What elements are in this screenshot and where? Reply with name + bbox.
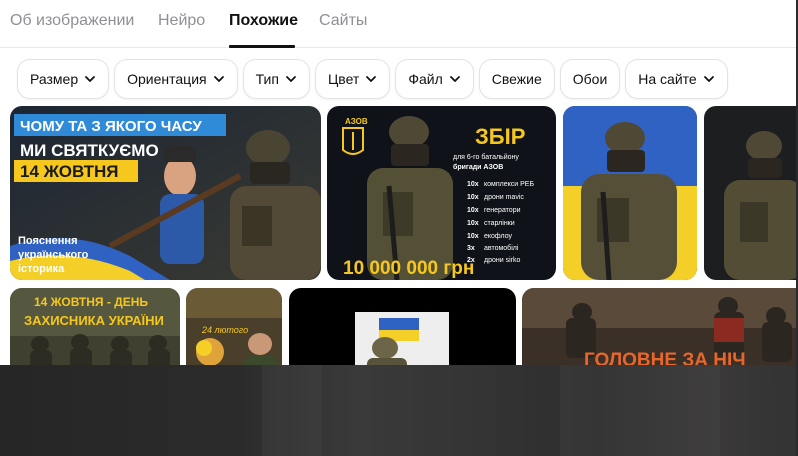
- item-name: екофлоу: [484, 233, 513, 240]
- tab-sites[interactable]: Сайты: [319, 12, 367, 30]
- filter-color[interactable]: Цвет: [315, 60, 390, 98]
- item-qty: 10х: [467, 194, 479, 201]
- tile-caption-2: українського: [18, 249, 89, 261]
- tile-subtitle-1: для 6-го батальйону: [453, 153, 519, 161]
- result-thumbnail: [563, 106, 697, 280]
- filter-label: Тип: [255, 71, 279, 87]
- filter-label: Свежие: [491, 71, 542, 87]
- tile-title: ЗБІР: [475, 124, 525, 149]
- filter-fresh[interactable]: Свежие: [479, 60, 554, 98]
- filter-label: Цвет: [327, 71, 360, 87]
- overlay-shade: [262, 365, 322, 456]
- chevron-down-icon: [449, 76, 460, 82]
- item-qty: 10х: [467, 207, 479, 214]
- result-image-2[interactable]: АЗОВ ЗБІР для 6-го батальйону бригади АЗ…: [327, 106, 556, 280]
- tile-date: 24 лютого: [201, 325, 248, 335]
- tile-title-line2: 14 ЖОВТНЯ: [20, 162, 119, 181]
- tab-about-image[interactable]: Об изображении: [10, 12, 134, 30]
- tile-caption-3: історика: [18, 263, 65, 275]
- chevron-down-icon: [286, 76, 296, 82]
- tile-caption-1: Пояснення: [18, 235, 78, 247]
- bottom-overlay: [0, 365, 798, 456]
- item-qty: 10х: [467, 233, 479, 240]
- item-qty: 10х: [467, 220, 479, 227]
- filter-label: Обои: [572, 71, 608, 87]
- item-qty: 10х: [467, 181, 479, 188]
- tile-title-line2: ЗАХИСНИКА УКРАЇНИ: [24, 313, 164, 328]
- filter-size[interactable]: Размер: [18, 60, 109, 98]
- tile-subtitle-2: бригади АЗОВ: [453, 163, 503, 171]
- result-image-1[interactable]: ЧОМУ ТА З ЯКОГО ЧАСУ МИ СВЯТКУЄМО 14 ЖОВ…: [10, 106, 321, 280]
- chevron-down-icon: [85, 76, 96, 82]
- tab-neuro[interactable]: Нейро: [158, 12, 205, 30]
- result-image-4[interactable]: [704, 106, 798, 280]
- filter-wallpapers[interactable]: Обои: [560, 60, 620, 98]
- result-image-3[interactable]: [563, 106, 697, 280]
- item-name: дрони mavic: [484, 194, 524, 201]
- image-tabs: Об изображении Нейро Похожие Сайты: [0, 0, 798, 48]
- item-qty: 3х: [467, 245, 475, 252]
- overlay-shade: [560, 365, 720, 456]
- filter-label: Файл: [408, 71, 443, 87]
- item-name: автомобілі: [484, 244, 519, 252]
- filter-type[interactable]: Тип: [243, 60, 309, 98]
- chevron-down-icon: [703, 76, 714, 82]
- result-thumbnail: [704, 106, 798, 280]
- filter-file[interactable]: Файл: [396, 60, 473, 98]
- filter-label: Размер: [30, 71, 79, 87]
- item-name: генератори: [484, 207, 521, 214]
- filter-orientation[interactable]: Ориентация: [115, 60, 237, 98]
- item-name: старлінки: [484, 219, 515, 227]
- tile-title-line1: МИ СВЯТКУЄМО: [20, 141, 159, 160]
- tile-amount: 10 000 000 грн: [343, 258, 474, 279]
- chevron-down-icon: [213, 76, 224, 82]
- ukraine-flag-icon: [379, 318, 419, 330]
- chevron-down-icon: [366, 76, 377, 82]
- filter-label: На сайте: [638, 71, 697, 87]
- item-name: комплекси РЕБ: [484, 181, 534, 188]
- tab-similar[interactable]: Похожие: [229, 12, 298, 30]
- azov-logo-text: АЗОВ: [345, 117, 368, 126]
- tile-title-line1: 14 ЖОВТНЯ - ДЕНЬ: [34, 295, 148, 309]
- tile-banner-text: ЧОМУ ТА З ЯКОГО ЧАСУ: [20, 118, 202, 135]
- active-tab-indicator: [229, 45, 295, 48]
- filter-label: Ориентация: [127, 71, 207, 87]
- item-name: дрони sirko: [484, 257, 520, 264]
- filter-on-site[interactable]: На сайте: [626, 60, 727, 98]
- filter-bar: Размер Ориентация Тип Цвет Файл Свежие О…: [18, 60, 727, 98]
- result-thumbnail: ЧОМУ ТА З ЯКОГО ЧАСУ МИ СВЯТКУЄМО 14 ЖОВ…: [10, 106, 321, 280]
- result-thumbnail: АЗОВ ЗБІР для 6-го батальйону бригади АЗ…: [327, 106, 556, 280]
